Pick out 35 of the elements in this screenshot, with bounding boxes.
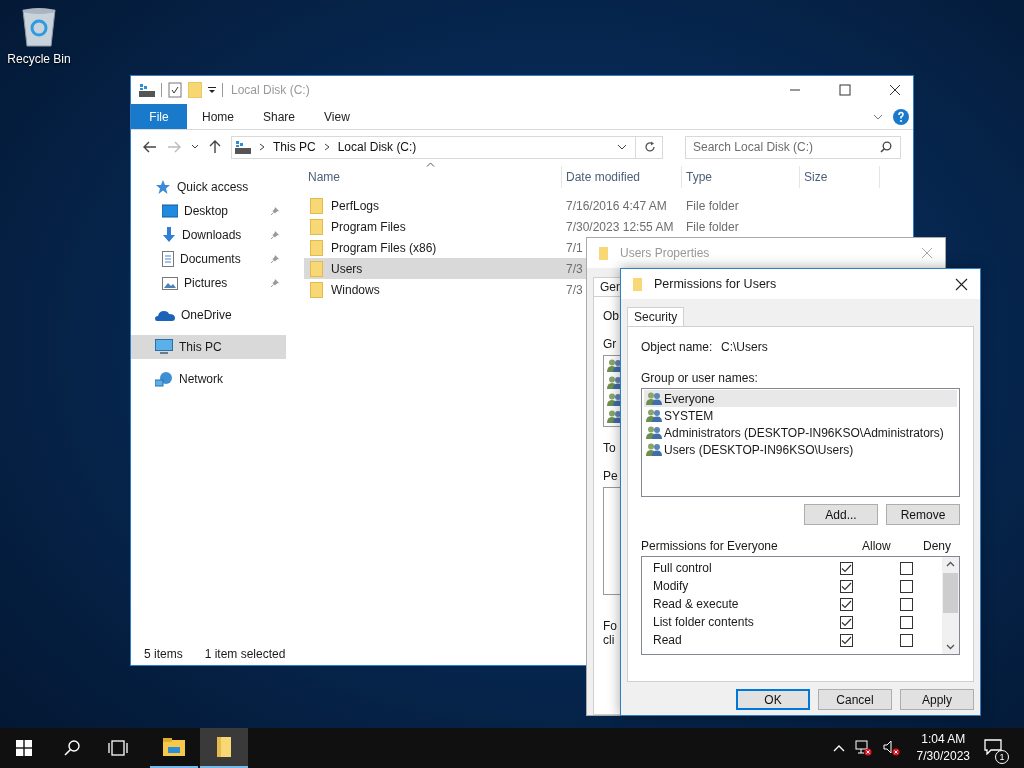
permission-name: Full control [653,561,713,575]
type-cell-text: File folder [685,219,739,234]
permission-name: Modify [653,579,690,593]
label: Ob [603,309,619,323]
notification-badge: 1 [995,749,1009,764]
window-title: Local Disk (C:) [231,83,310,97]
dialog-title: Permissions for Users [654,277,777,291]
field-label: Object name: [641,340,714,354]
permission-name: Read & execute [653,597,740,611]
file-name: Program Files (x86) [331,240,437,255]
date-cell-text: 7/16/2016 4:47 AM [565,198,667,213]
label: Fo [603,619,617,633]
file-name: PerfLogs [331,198,380,213]
object-name: C:\Users [721,340,768,354]
column-header: Allow [862,539,892,553]
file-name: Program Files [331,219,406,234]
permission-name: Read [653,633,683,647]
permission-name: List folder contents [653,615,755,629]
type-cell-text: File folder [685,198,739,213]
file-name: Windows [331,282,380,297]
item-count: 5 items [144,647,183,661]
label: cli [603,633,615,647]
field-label: Group or user names: [641,371,759,385]
label: Gr [603,337,617,351]
date-cell-text: 7/1 [565,240,583,255]
selection-count: 1 item selected [204,647,286,661]
permissions-heading: Permissions for Everyone [641,539,779,553]
date-cell-text: 7/3 [565,282,583,297]
column-header: Deny [923,539,951,553]
label: Pe [603,469,618,483]
label: To [603,441,616,455]
dialog-title: Users Properties [620,246,710,260]
file-name: Users [331,261,363,276]
date-cell-text: 7/3 [565,261,583,276]
date-cell-text: 7/30/2023 12:55 AM [565,219,674,234]
